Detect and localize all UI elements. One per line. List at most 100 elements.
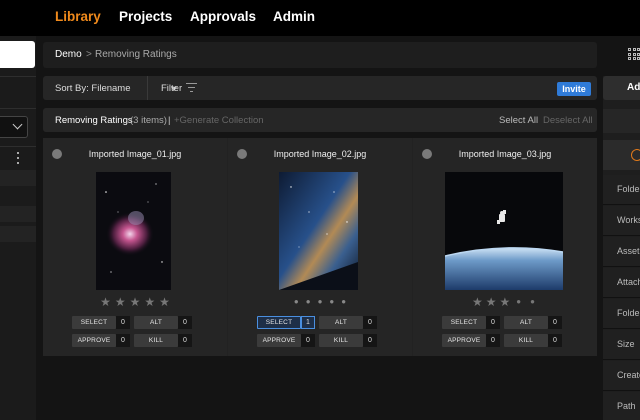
panel-item-workspace[interactable]: Works <box>603 206 640 236</box>
info-icon <box>631 149 640 161</box>
panel-box <box>603 109 640 133</box>
divider <box>147 76 148 100</box>
select-button[interactable]: SELECT <box>442 316 486 329</box>
panel-item-label: Size <box>617 339 635 349</box>
asset-card[interactable]: Imported Image_02.jpg ● ● ● ● ● SELECT 1… <box>228 138 412 356</box>
kill-count: 0 <box>178 334 192 347</box>
alt-button[interactable]: ALT <box>319 316 363 329</box>
alt-count: 0 <box>178 316 192 329</box>
collection-title: Removing Ratings <box>55 115 133 126</box>
filter-icon[interactable] <box>186 83 197 92</box>
asset-thumbnail[interactable] <box>279 172 358 290</box>
list-item[interactable] <box>0 226 36 242</box>
chevron-down-icon <box>12 119 23 130</box>
alt-count: 0 <box>363 316 377 329</box>
add-button-label: Ad <box>627 82 640 93</box>
select-all-link[interactable]: Select All <box>499 115 538 126</box>
panel-item-created[interactable]: Create <box>603 361 640 391</box>
select-count: 1 <box>301 316 315 329</box>
kill-button[interactable]: KILL <box>504 334 548 347</box>
approve-button[interactable]: APPROVE <box>442 334 486 347</box>
breadcrumb-current: Removing Ratings <box>95 49 177 60</box>
panel-item-label: Create <box>617 370 640 380</box>
asset-thumbnail[interactable] <box>445 172 563 290</box>
select-button[interactable]: SELECT <box>72 316 116 329</box>
filter-button[interactable]: Filter <box>161 83 182 94</box>
asset-grid: Imported Image_01.jpg ★ ★ ★ ★ ★ SELECT 0… <box>43 138 597 356</box>
star-icon[interactable]: ★ <box>486 296 497 308</box>
panel-item-label: Folde <box>617 184 640 194</box>
star-icon[interactable]: ★ <box>500 296 511 308</box>
generate-collection-link[interactable]: +Generate Collection <box>174 115 264 126</box>
info-tab[interactable] <box>603 140 640 170</box>
divider <box>0 108 36 109</box>
panel-item-folder[interactable]: Folde <box>603 175 640 205</box>
divider <box>0 76 36 77</box>
add-button[interactable]: Ad <box>603 76 640 100</box>
dot-rating[interactable]: ● ● ● ● ● <box>228 297 412 307</box>
rating-dot-icon[interactable]: ● <box>513 296 524 308</box>
star-rating[interactable]: ★ ★ ★ ★ ★ <box>43 296 227 308</box>
star-icon[interactable]: ★ <box>472 296 483 308</box>
sort-dropdown[interactable]: Sort By: Filename <box>55 83 131 94</box>
star-icon[interactable]: ★ <box>130 296 141 308</box>
panel-item-attach[interactable]: Attach <box>603 268 640 298</box>
approve-button[interactable]: APPROVE <box>257 334 301 347</box>
search-input[interactable] <box>0 41 35 68</box>
panel-item-asset[interactable]: Asset <box>603 237 640 267</box>
nav-admin[interactable]: Admin <box>273 9 315 24</box>
panel-item-size[interactable]: Size <box>603 330 640 360</box>
rating-dot-icon[interactable]: ● <box>318 297 323 307</box>
top-nav: Library Projects Approvals Admin <box>0 0 640 36</box>
star-icon[interactable]: ★ <box>100 296 111 308</box>
panel-item-folder-2[interactable]: Folde <box>603 299 640 329</box>
invite-button[interactable]: Invite <box>557 82 591 96</box>
grid-view-icon[interactable] <box>628 48 640 60</box>
star-rating[interactable]: ★ ★ ★ ● ● <box>413 296 597 308</box>
approve-count: 0 <box>486 334 500 347</box>
star-icon[interactable]: ★ <box>115 296 126 308</box>
more-options-icon[interactable] <box>17 152 20 164</box>
asset-filename: Imported Image_01.jpg <box>88 149 182 159</box>
toolbar: Sort By: Filename Filter <box>43 76 597 100</box>
rating-dot-icon[interactable]: ● <box>294 297 299 307</box>
nav-approvals[interactable]: Approvals <box>190 9 256 24</box>
rating-dot-icon[interactable]: ● <box>306 297 311 307</box>
collection-bar: Removing Ratings (3 items) | +Generate C… <box>43 108 597 132</box>
approve-button[interactable]: APPROVE <box>72 334 116 347</box>
left-panel <box>0 36 36 420</box>
approve-count: 0 <box>116 334 130 347</box>
breadcrumb-root[interactable]: Demo <box>55 49 82 60</box>
breadcrumb: Demo > Removing Ratings <box>43 42 597 68</box>
panel-item-label: Folde <box>617 308 640 318</box>
asset-thumbnail[interactable] <box>96 172 171 290</box>
panel-item-label: Asset <box>617 246 640 256</box>
panel-item-path[interactable]: Path <box>603 392 640 420</box>
nav-library[interactable]: Library <box>55 9 101 24</box>
select-count: 0 <box>486 316 500 329</box>
kill-count: 0 <box>363 334 377 347</box>
select-button[interactable]: SELECT <box>257 316 301 329</box>
rating-dot-icon[interactable]: ● <box>329 297 334 307</box>
asset-card[interactable]: Imported Image_03.jpg ★ ★ ★ ● ● SELECT 0… <box>413 138 597 356</box>
rating-dot-icon[interactable]: ● <box>341 297 346 307</box>
deselect-all-link[interactable]: Deselect All <box>543 115 593 126</box>
filter-select[interactable] <box>0 116 28 138</box>
star-icon[interactable]: ★ <box>159 296 170 308</box>
asset-filename: Imported Image_03.jpg <box>458 149 552 159</box>
divider: | <box>168 115 171 126</box>
rating-dot-icon[interactable]: ● <box>527 296 538 308</box>
list-item[interactable] <box>0 170 36 186</box>
asset-card[interactable]: Imported Image_01.jpg ★ ★ ★ ★ ★ SELECT 0… <box>43 138 227 356</box>
nav-projects[interactable]: Projects <box>119 9 172 24</box>
alt-count: 0 <box>548 316 562 329</box>
kill-button[interactable]: KILL <box>134 334 178 347</box>
panel-item-label: Works <box>617 215 640 225</box>
list-item[interactable] <box>0 206 36 222</box>
select-count: 0 <box>116 316 130 329</box>
alt-button[interactable]: ALT <box>134 316 178 329</box>
alt-button[interactable]: ALT <box>504 316 548 329</box>
approve-count: 0 <box>301 334 315 347</box>
kill-button[interactable]: KILL <box>319 334 363 347</box>
star-icon[interactable]: ★ <box>144 296 155 308</box>
